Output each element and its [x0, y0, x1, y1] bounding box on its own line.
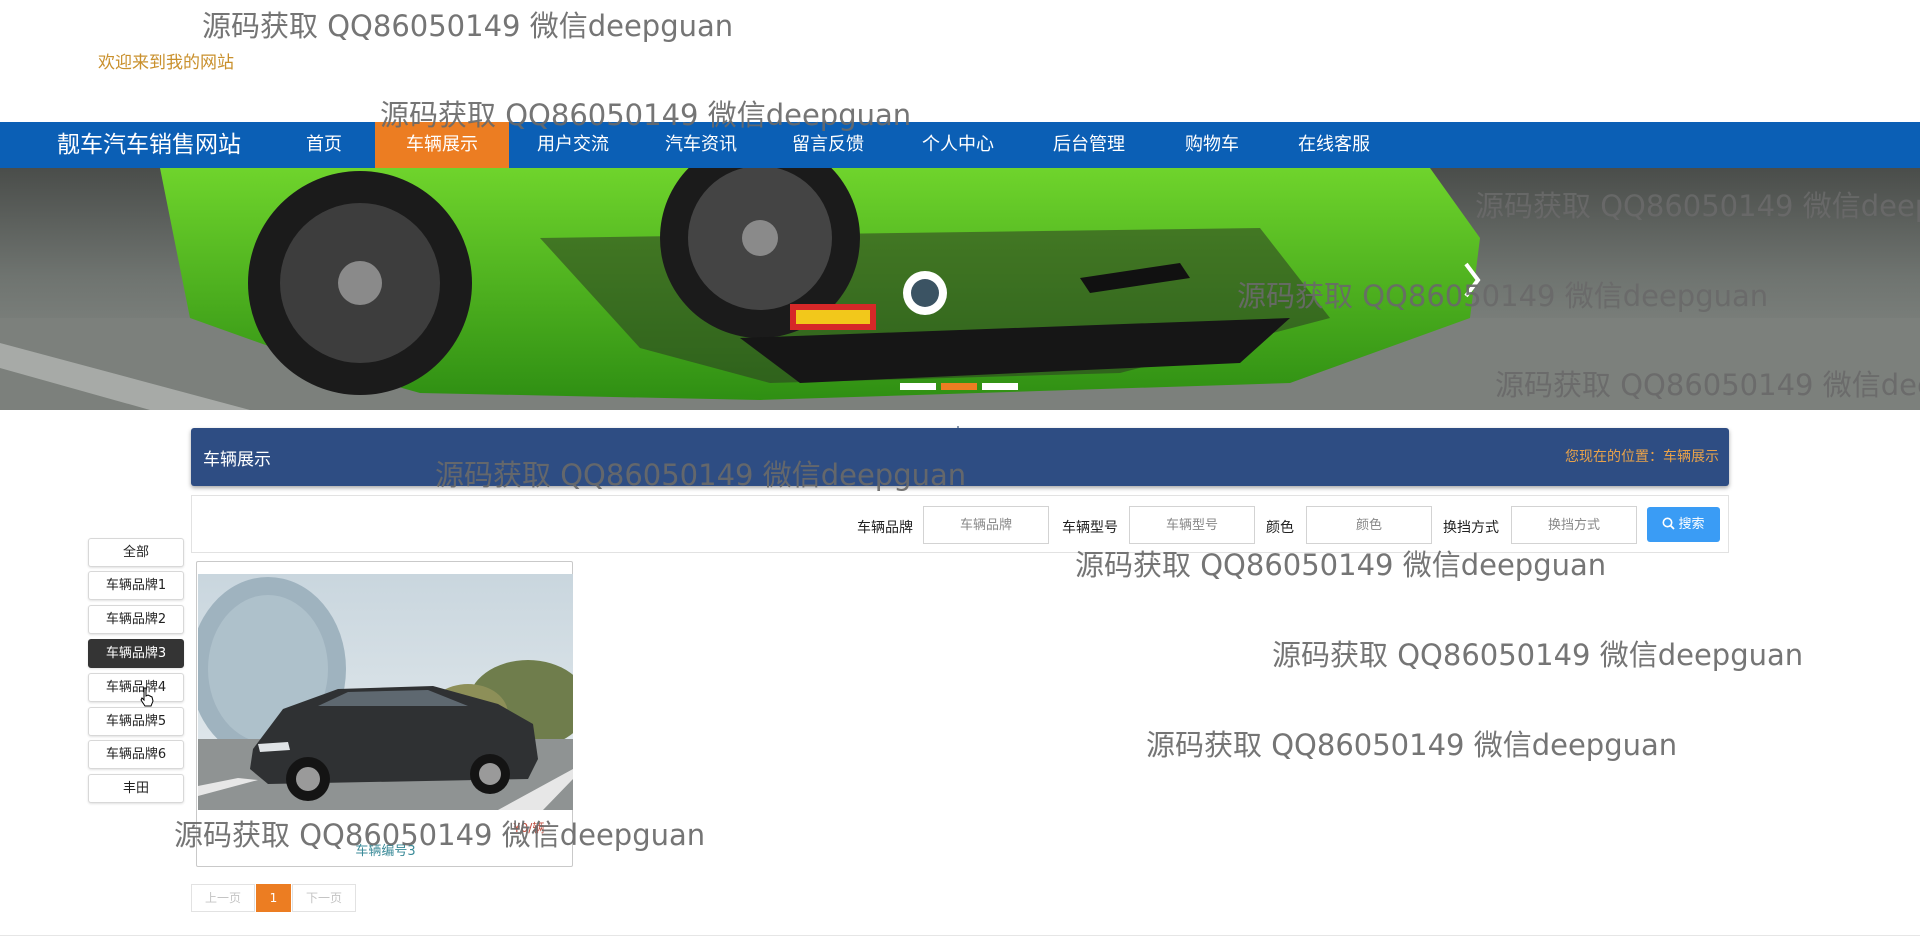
- watermark: 源码获取 QQ86050149 微信deepguan: [1272, 638, 1804, 672]
- transmission-field-label: 换挡方式: [1443, 520, 1499, 536]
- filter-toyota[interactable]: 丰田: [88, 774, 184, 803]
- nav-item-support[interactable]: 在线客服: [1298, 122, 1370, 168]
- search-bar: 车辆品牌 车辆型号 颜色 换挡方式 搜索: [191, 495, 1729, 553]
- color-field-label: 颜色: [1266, 520, 1294, 536]
- nav-item-profile[interactable]: 个人中心: [922, 122, 994, 168]
- watermark: 源码获取 QQ86050149 微信deepguan: [1146, 728, 1678, 762]
- product-card[interactable]: ¥0/辆 车辆编号3: [196, 561, 573, 867]
- prev-page-button[interactable]: 上一页: [191, 884, 255, 912]
- brand-input[interactable]: [923, 506, 1049, 544]
- section-title: 车辆展示: [203, 450, 271, 470]
- breadcrumb: 您现在的位置：车辆展示: [1565, 449, 1719, 465]
- filter-brand-2[interactable]: 车辆品牌2: [88, 605, 184, 634]
- filter-all[interactable]: 全部: [88, 538, 184, 567]
- transmission-input[interactable]: [1511, 506, 1637, 544]
- model-input[interactable]: [1129, 506, 1255, 544]
- search-icon: [1662, 517, 1676, 530]
- product-name[interactable]: 车辆编号3: [197, 840, 574, 859]
- watermark: 源码获取 QQ86050149 微信deepguan: [202, 9, 734, 43]
- carousel-dot-1[interactable]: [900, 383, 936, 390]
- next-page-button[interactable]: 下一页: [292, 884, 356, 912]
- carousel-dot-2[interactable]: [941, 383, 977, 390]
- footer-divider: [0, 935, 1920, 936]
- section-header: 车辆展示 您现在的位置：车辆展示: [191, 428, 1729, 486]
- banner-image: [0, 168, 1920, 410]
- filter-brand-5[interactable]: 车辆品牌5: [88, 707, 184, 736]
- nav-item-admin[interactable]: 后台管理: [1053, 122, 1125, 168]
- model-field-label: 车辆型号: [1062, 520, 1118, 536]
- site-brand[interactable]: 靓车汽车销售网站: [57, 132, 241, 158]
- search-button-label: 搜索: [1678, 517, 1705, 532]
- main-navbar: 靓车汽车销售网站 首页 车辆展示 用户交流 汽车资讯 留言反馈 个人中心 后台管…: [0, 122, 1920, 168]
- nav-item-vehicles[interactable]: 车辆展示: [375, 122, 509, 168]
- filter-brand-1[interactable]: 车辆品牌1: [88, 571, 184, 600]
- banner-carousel[interactable]: [0, 168, 1920, 410]
- filter-brand-4[interactable]: 车辆品牌4: [88, 673, 184, 702]
- color-input[interactable]: [1306, 506, 1432, 544]
- nav-item-news[interactable]: 汽车资讯: [665, 122, 737, 168]
- nav-item-cart[interactable]: 购物车: [1185, 122, 1239, 168]
- product-price: ¥0/辆: [513, 821, 545, 835]
- nav-item-feedback[interactable]: 留言反馈: [792, 122, 864, 168]
- filter-brand-3[interactable]: 车辆品牌3: [88, 639, 184, 668]
- page-1-button[interactable]: 1: [256, 884, 291, 912]
- welcome-text: 欢迎来到我的网站: [98, 53, 234, 73]
- nav-item-community[interactable]: 用户交流: [537, 122, 609, 168]
- hand-cursor-icon: [140, 687, 154, 707]
- search-button[interactable]: 搜索: [1647, 507, 1720, 542]
- filter-brand-6[interactable]: 车辆品牌6: [88, 740, 184, 769]
- carousel-dot-3[interactable]: [982, 383, 1018, 390]
- brand-field-label: 车辆品牌: [857, 520, 913, 536]
- nav-item-home[interactable]: 首页: [306, 122, 342, 168]
- product-image: [198, 574, 573, 810]
